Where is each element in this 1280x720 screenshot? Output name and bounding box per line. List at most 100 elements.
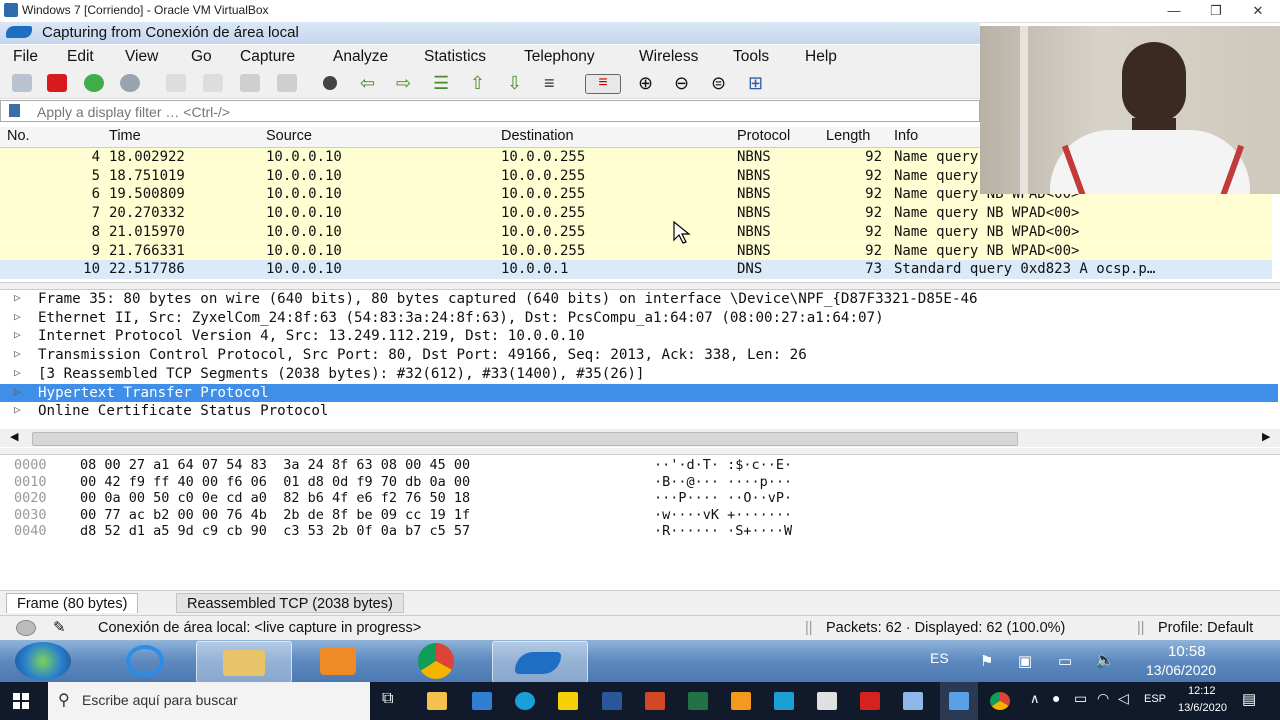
bytes-row[interactable]: 0010 00 42 f9 ff 40 00 f6 06 01 d8 0d f9…: [0, 474, 900, 491]
clock-time[interactable]: 12:12: [1188, 685, 1216, 697]
minimize-button[interactable]: —: [1152, 0, 1196, 22]
colorize-icon[interactable]: ≡: [585, 74, 621, 94]
detail-frame[interactable]: ▷ Frame 35: 80 bytes on wire (640 bits),…: [0, 290, 1278, 309]
capture-comment-icon[interactable]: ✎: [53, 618, 66, 636]
speaker-icon[interactable]: ◁: [1118, 690, 1129, 707]
expand-arrow-icon[interactable]: ▷: [14, 366, 21, 379]
app-icon[interactable]: [731, 692, 751, 710]
expand-arrow-icon[interactable]: ▷: [14, 291, 21, 304]
tab-reassembled-tcp[interactable]: Reassembled TCP (2038 bytes): [176, 593, 404, 613]
bytes-row[interactable]: 0020 00 0a 00 50 c0 0e cd a0 82 b6 4f e6…: [0, 490, 900, 507]
wireshark-taskbar-button[interactable]: [492, 641, 588, 683]
close-button[interactable]: ✕: [1236, 0, 1280, 22]
mail-icon[interactable]: [472, 692, 492, 710]
camera-icon[interactable]: [774, 692, 794, 710]
detail-http[interactable]: ▷ Hypertext Transfer Protocol: [0, 383, 1278, 403]
autoscroll-icon[interactable]: ≡: [544, 74, 564, 92]
last-packet-icon[interactable]: ⇩: [507, 74, 527, 92]
pane-splitter[interactable]: [0, 282, 1280, 290]
notifications-icon[interactable]: ▤: [1242, 690, 1256, 708]
horizontal-scrollbar[interactable]: ◀ ▶: [0, 429, 1280, 447]
expand-arrow-icon[interactable]: ▷: [14, 385, 21, 398]
expand-arrow-icon[interactable]: ▷: [14, 347, 21, 360]
packet-row[interactable]: 9 21.766331 10.0.0.10 10.0.0.255 NBNS 92…: [0, 241, 1272, 261]
expert-info-icon[interactable]: [16, 620, 36, 636]
zoom-out-icon[interactable]: ⊖: [674, 74, 694, 92]
media-player-taskbar-button[interactable]: [292, 641, 386, 681]
detail-ethernet[interactable]: ▷ Ethernet II, Src: ZyxelCom_24:8f:63 (5…: [0, 309, 1278, 328]
vm-active-button[interactable]: [940, 682, 978, 720]
tab-frame-bytes[interactable]: Frame (80 bytes): [6, 593, 139, 613]
win7-clock-time[interactable]: 10:58: [1168, 643, 1206, 660]
expand-arrow-icon[interactable]: ▷: [14, 310, 21, 323]
restore-button[interactable]: ❐: [1194, 0, 1238, 22]
sticky-notes-icon[interactable]: [558, 692, 578, 710]
pane-splitter[interactable]: [0, 448, 1280, 455]
display-filter-input[interactable]: [35, 102, 939, 122]
expand-arrow-icon[interactable]: ▷: [14, 328, 21, 341]
menu-help[interactable]: Help: [805, 48, 837, 66]
expand-arrow-icon[interactable]: ▷: [14, 403, 21, 416]
menu-telephony[interactable]: Telephony: [524, 48, 595, 66]
bytes-row[interactable]: 0040 d8 52 d1 a5 9d c9 cb 90 c3 53 2b 0f…: [0, 523, 900, 540]
task-view-icon[interactable]: ⧉: [382, 690, 393, 708]
volume-icon[interactable]: 🔈: [1095, 650, 1115, 670]
document-icon[interactable]: [817, 692, 837, 710]
close-file-icon[interactable]: [240, 74, 260, 92]
detail-tcp[interactable]: ▷ Transmission Control Protocol, Src Por…: [0, 346, 1278, 365]
scroll-left-icon[interactable]: ◀: [10, 430, 18, 443]
chrome-icon[interactable]: [990, 692, 1010, 710]
menu-statistics[interactable]: Statistics: [424, 48, 486, 66]
detail-ocsp[interactable]: ▷ Online Certificate Status Protocol: [0, 402, 1278, 421]
profile-status[interactable]: Profile: Default: [1158, 620, 1253, 636]
first-packet-icon[interactable]: ⇧: [470, 74, 490, 92]
show-hidden-icons[interactable]: ∧: [1030, 691, 1040, 707]
powerpoint-icon[interactable]: [645, 692, 665, 710]
action-center-icon[interactable]: ⚑: [980, 652, 993, 670]
menu-view[interactable]: View: [125, 48, 158, 66]
stop-capture-icon[interactable]: [47, 74, 67, 92]
detail-reassembled[interactable]: ▷ [3 Reassembled TCP Segments (2038 byte…: [0, 365, 1278, 384]
packet-row[interactable]: 10 22.517786 10.0.0.10 10.0.0.1 DNS 73 S…: [0, 260, 1272, 279]
zoom-in-icon[interactable]: ⊕: [638, 74, 658, 92]
col-length[interactable]: Length: [826, 128, 870, 144]
explorer-taskbar-button[interactable]: [196, 641, 292, 683]
word-icon[interactable]: [602, 692, 622, 710]
menu-capture[interactable]: Capture: [240, 48, 295, 66]
go-forward-icon[interactable]: ⇨: [396, 74, 416, 92]
microphone-icon[interactable]: ●: [1052, 690, 1060, 706]
col-destination[interactable]: Destination: [501, 128, 574, 144]
win7-start-icon[interactable]: [15, 642, 71, 680]
capture-options-icon[interactable]: [120, 74, 140, 92]
edge-icon[interactable]: [515, 692, 535, 710]
col-no[interactable]: No.: [7, 128, 30, 144]
network-icon[interactable]: ▣: [1018, 652, 1032, 670]
menu-go[interactable]: Go: [191, 48, 212, 66]
restart-capture-icon[interactable]: [84, 74, 104, 92]
ie-taskbar-button[interactable]: [100, 641, 194, 681]
open-file-icon[interactable]: [166, 74, 186, 92]
win7-clock-date[interactable]: 13/06/2020: [1146, 662, 1216, 678]
menu-edit[interactable]: Edit: [67, 48, 94, 66]
file-explorer-icon[interactable]: [427, 692, 447, 710]
col-info[interactable]: Info: [894, 128, 918, 144]
col-source[interactable]: Source: [266, 128, 312, 144]
menu-wireless[interactable]: Wireless: [639, 48, 698, 66]
normal-size-icon[interactable]: ⊜: [711, 74, 731, 92]
packet-row[interactable]: 8 21.015970 10.0.0.10 10.0.0.255 NBNS 92…: [0, 222, 1272, 242]
bookmark-icon[interactable]: [9, 104, 20, 117]
menu-file[interactable]: File: [13, 48, 38, 66]
display-icon[interactable]: ▭: [1058, 652, 1072, 670]
wifi-icon[interactable]: ◠: [1097, 690, 1109, 707]
bytes-row[interactable]: 0030 00 77 ac b2 00 00 76 4b 2b de 8f be…: [0, 507, 900, 524]
bytes-row[interactable]: 0000 08 00 27 a1 64 07 54 83 3a 24 8f 63…: [0, 457, 900, 474]
go-back-icon[interactable]: ⇦: [360, 74, 380, 92]
scroll-right-icon[interactable]: ▶: [1262, 430, 1270, 443]
excel-icon[interactable]: [688, 692, 708, 710]
windows-start-icon[interactable]: [13, 693, 29, 709]
win7-language[interactable]: ES: [930, 650, 949, 666]
find-packet-icon[interactable]: [323, 76, 337, 90]
menu-tools[interactable]: Tools: [733, 48, 769, 66]
detail-ipv4[interactable]: ▷ Internet Protocol Version 4, Src: 13.2…: [0, 327, 1278, 346]
start-capture-icon[interactable]: [12, 74, 32, 92]
